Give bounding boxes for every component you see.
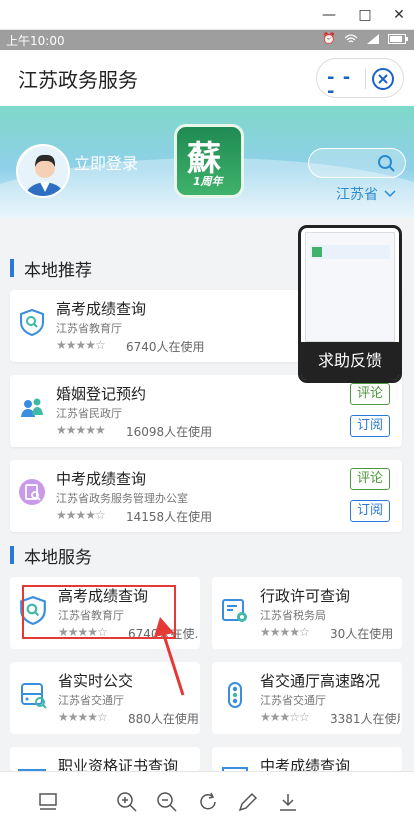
zoom-out-icon[interactable]	[155, 790, 179, 814]
rating-stars: ★★★★☆	[56, 508, 106, 522]
service-name: 省交通厅高速路况	[260, 672, 381, 690]
grid-item[interactable]: 行政许可查询 江苏省税务局 ★★★★☆ 30人在使用	[212, 577, 402, 649]
subscribe-button[interactable]: 订阅	[350, 500, 390, 522]
zoom-in-icon[interactable]	[115, 790, 139, 814]
user-count: 6740人在使用	[126, 340, 205, 354]
user-count: 16098人在使用	[126, 425, 213, 439]
anniversary-logo: 蘇 1周年	[174, 124, 244, 198]
mini-program-capsule: - - -	[316, 58, 404, 101]
service-name: 职业资格证书查询	[58, 757, 179, 771]
search-input[interactable]	[308, 148, 406, 178]
signal-icon	[367, 33, 379, 44]
service-name: 省实时公交	[58, 672, 134, 690]
shield-search-icon	[20, 308, 44, 336]
arrow-annotation-icon	[154, 617, 185, 696]
battery-icon	[388, 33, 408, 44]
app-header: 江苏政务服务 - - -	[0, 50, 414, 106]
service-org: 江苏省教育厅	[56, 322, 122, 335]
document-search-icon	[19, 479, 45, 505]
comment-button[interactable]: 评论	[350, 383, 390, 405]
license-gear-icon	[222, 599, 247, 622]
close-window-button[interactable]: ✕	[388, 4, 410, 26]
login-link[interactable]: 立即登录	[74, 150, 138, 174]
comment-button[interactable]: 评论	[350, 468, 390, 490]
rotate-icon[interactable]	[196, 790, 220, 814]
bottom-toolbar	[0, 771, 414, 833]
couple-icon	[21, 398, 43, 417]
pencil-icon[interactable]	[236, 790, 260, 814]
wifi-icon	[344, 33, 358, 42]
rating-stars: ★★★★☆	[56, 338, 106, 352]
service-name: 婚姻登记预约	[56, 385, 147, 403]
page-layout-icon[interactable]	[36, 790, 60, 814]
region-selector[interactable]: 江苏省	[336, 184, 396, 204]
list-item[interactable]: 婚姻登记预约 江苏省民政厅 ★★★★★ 16098人在使用 评论 订阅	[10, 375, 402, 447]
rating-stars: ★★★★☆	[58, 710, 108, 724]
list-item[interactable]: 中考成绩查询 江苏省政务服务管理办公室 ★★★★☆ 14158人在使用 评论 订…	[10, 460, 402, 532]
bus-icon	[21, 683, 47, 709]
grid-item[interactable]: 职业资格证书查询	[10, 747, 200, 771]
service-org: 江苏省政务服务管理办公室	[56, 492, 188, 505]
download-icon[interactable]	[276, 790, 300, 814]
service-name: 中考成绩查询	[260, 757, 351, 771]
grid-item[interactable]: 中考成绩查询	[212, 747, 402, 771]
service-name: 高考成绩查询	[56, 300, 147, 318]
user-count: 14158人在使用	[126, 510, 213, 524]
traffic-light-icon	[228, 682, 242, 708]
close-circle-icon[interactable]	[371, 67, 395, 91]
rating-stars: ★★★☆☆	[260, 710, 310, 724]
minimize-button[interactable]: —	[318, 4, 340, 26]
section-title-recommended: 本地推荐	[10, 256, 92, 281]
service-org: 江苏省税务局	[260, 609, 326, 622]
service-org: 江苏省交通厅	[260, 694, 326, 707]
user-count: 30人在使用	[330, 627, 394, 641]
rating-stars: ★★★★☆	[260, 625, 310, 639]
feedback-label: 求助反馈	[301, 342, 399, 380]
service-org: 江苏省民政厅	[56, 407, 122, 420]
logo-subtitle: 1周年	[193, 175, 223, 188]
service-name: 行政许可查询	[260, 587, 351, 605]
app-title: 江苏政务服务	[18, 68, 138, 92]
grid-item[interactable]: 省交通厅高速路况 江苏省交通厅 ★★★☆☆ 3381人在使用	[212, 662, 402, 734]
maximize-button[interactable]: □	[354, 4, 376, 26]
avatar[interactable]	[16, 144, 70, 198]
user-count: 880人在使用	[128, 712, 198, 726]
feedback-thumbnail	[305, 232, 395, 342]
subscribe-button[interactable]: 订阅	[350, 415, 390, 437]
user-count: 3381人在使用	[330, 712, 400, 726]
section-title-local: 本地服务	[10, 543, 92, 568]
service-org: 江苏省交通厅	[58, 694, 124, 707]
search-icon	[378, 155, 395, 172]
chevron-down-icon	[384, 190, 396, 198]
status-time: 上午10:00	[6, 34, 65, 48]
rating-stars: ★★★★★	[56, 423, 106, 437]
region-label: 江苏省	[336, 187, 378, 203]
screen: — □ ✕ 上午10:00 ⏰ 江苏政务服务 - - - 立即登录 蘇 1周年 …	[0, 0, 414, 833]
alarm-icon: ⏰	[322, 32, 336, 45]
capsule-divider	[365, 69, 366, 89]
service-name: 中考成绩查询	[56, 470, 147, 488]
more-icon[interactable]: - - -	[327, 69, 359, 101]
window-titlebar: — □ ✕	[0, 0, 414, 30]
help-feedback-widget[interactable]: 求助反馈	[301, 228, 399, 380]
profile-banner: 立即登录 蘇 1周年 江苏省	[0, 106, 414, 218]
status-bar: 上午10:00 ⏰	[0, 30, 414, 50]
